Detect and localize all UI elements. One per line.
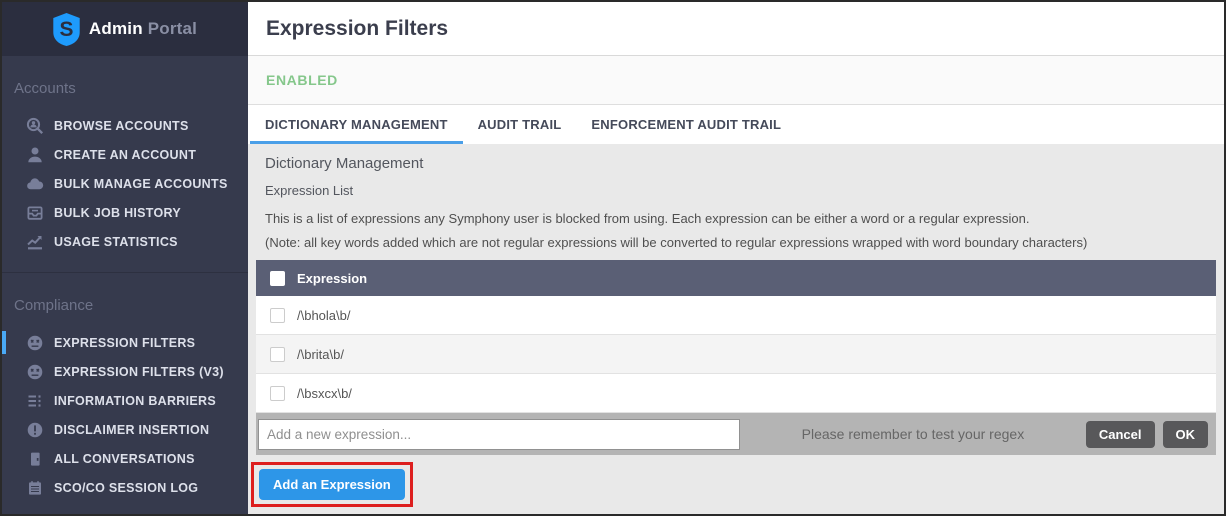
note-text: (Note: all key words added which are not… xyxy=(265,235,1088,250)
table-row[interactable]: /\brita\b/ xyxy=(256,335,1216,374)
disclaimer-icon xyxy=(26,421,44,439)
table-header-label: Expression xyxy=(297,270,368,286)
sidebar-item-all-conversations[interactable]: ALL CONVERSATIONS xyxy=(2,444,248,473)
archive-icon xyxy=(26,204,44,222)
sidebar-item-label: INFORMATION BARRIERS xyxy=(54,393,217,408)
sidebar-item-label: BULK MANAGE ACCOUNTS xyxy=(54,176,228,191)
sidebar-item-label: SCO/CO SESSION LOG xyxy=(54,480,199,495)
row-checkbox[interactable] xyxy=(270,385,285,401)
sidebar-item-browse-accounts[interactable]: BROWSE ACCOUNTS xyxy=(2,111,248,140)
add-an-expression-button[interactable]: Add an Expression xyxy=(259,469,405,500)
sidebar-item-information-barriers[interactable]: INFORMATION BARRIERS xyxy=(2,386,248,415)
active-indicator xyxy=(2,230,6,253)
expression-value: /\bhola\b/ xyxy=(297,307,351,323)
description-text: This is a list of expressions any Sympho… xyxy=(265,211,1030,226)
user-icon xyxy=(26,146,44,164)
sidebar-divider xyxy=(2,272,248,273)
active-indicator xyxy=(2,172,6,195)
section-heading: Dictionary Management xyxy=(265,155,424,172)
row-checkbox[interactable] xyxy=(270,346,285,362)
cloud-icon xyxy=(26,175,44,193)
table-row[interactable]: /\bhola\b/ xyxy=(256,296,1216,335)
muted-face-icon xyxy=(26,363,44,381)
sidebar-item-label: USAGE STATISTICS xyxy=(54,234,178,249)
tab-audit-trail[interactable]: AUDIT TRAIL xyxy=(463,105,577,144)
annotation-highlight-box: Add an Expression xyxy=(251,462,413,507)
sidebar-section-accounts: Accounts BROWSE ACCOUNTS CREATE AN ACCOU… xyxy=(2,70,248,256)
new-expression-input[interactable] xyxy=(258,418,740,450)
table-body: /\bhola\b/ /\brita\b/ /\bsxcx\b/ xyxy=(256,296,1216,413)
sidebar-section-compliance: Compliance EXPRESSION FILTERS EXPRESSION… xyxy=(2,287,248,502)
table-row[interactable]: /\bsxcx\b/ xyxy=(256,374,1216,413)
sidebar-nav: Accounts BROWSE ACCOUNTS CREATE AN ACCOU… xyxy=(2,56,248,502)
sidebar: S Admin Portal Accounts BROWSE ACCOUNTS … xyxy=(2,2,248,514)
chart-icon xyxy=(26,233,44,251)
tab-bar: DICTIONARY MANAGEMENT AUDIT TRAIL ENFORC… xyxy=(248,105,1224,144)
active-indicator xyxy=(2,201,6,224)
expression-value: /\bsxcx\b/ xyxy=(297,385,352,401)
user-search-icon xyxy=(26,117,44,135)
conversation-icon xyxy=(26,450,44,468)
symphony-shield-icon: S xyxy=(53,12,80,46)
active-indicator xyxy=(2,418,6,441)
active-indicator xyxy=(2,447,6,470)
ok-button[interactable]: OK xyxy=(1162,420,1208,448)
sidebar-item-expression-filters-v3[interactable]: EXPRESSION FILTERS (V3) xyxy=(2,357,248,386)
sidebar-item-disclaimer-insertion[interactable]: DISCLAIMER INSERTION xyxy=(2,415,248,444)
expression-table: Expression /\bhola\b/ /\brita\b/ /\bsxcx… xyxy=(256,260,1216,455)
sidebar-item-sco-co-session-log[interactable]: SCO/CO SESSION LOG xyxy=(2,473,248,502)
sidebar-item-bulk-manage-accounts[interactable]: BULK MANAGE ACCOUNTS xyxy=(2,169,248,198)
sidebar-item-label: BULK JOB HISTORY xyxy=(54,205,182,220)
sidebar-item-label: DISCLAIMER INSERTION xyxy=(54,422,210,437)
section-subheading: Expression List xyxy=(265,183,354,198)
sidebar-item-expression-filters[interactable]: EXPRESSION FILTERS xyxy=(2,328,248,357)
sidebar-header: S Admin Portal xyxy=(2,2,248,56)
status-strip: ENABLED xyxy=(248,56,1224,105)
session-log-icon xyxy=(26,479,44,497)
active-indicator xyxy=(2,143,6,166)
sidebar-item-label: EXPRESSION FILTERS xyxy=(54,335,196,350)
barriers-icon xyxy=(26,392,44,410)
sidebar-item-bulk-job-history[interactable]: BULK JOB HISTORY xyxy=(2,198,248,227)
muted-face-icon xyxy=(26,334,44,352)
section-label: Accounts xyxy=(14,80,76,97)
expression-value: /\brita\b/ xyxy=(297,346,344,362)
add-expression-bar: Please remember to test your regex Cance… xyxy=(256,413,1216,455)
sidebar-item-label: BROWSE ACCOUNTS xyxy=(54,118,189,133)
sidebar-item-label: EXPRESSION FILTERS (V3) xyxy=(54,364,224,379)
sidebar-item-create-an-account[interactable]: CREATE AN ACCOUNT xyxy=(2,140,248,169)
active-indicator xyxy=(2,389,6,412)
row-checkbox[interactable] xyxy=(270,307,285,323)
cancel-button[interactable]: Cancel xyxy=(1085,420,1155,448)
content-panel: Dictionary Management Expression List Th… xyxy=(248,144,1224,514)
table-header-row: Expression xyxy=(256,260,1216,296)
page-title: Expression Filters xyxy=(266,16,449,40)
content-text: Dictionary Management Expression List Th… xyxy=(248,144,1224,250)
active-indicator xyxy=(2,476,6,499)
sidebar-item-usage-statistics[interactable]: USAGE STATISTICS xyxy=(2,227,248,256)
tab-enforcement-audit-trail[interactable]: ENFORCEMENT AUDIT TRAIL xyxy=(576,105,796,144)
regex-hint-text: Please remember to test your regex xyxy=(801,426,1025,442)
brand-admin: Admin xyxy=(88,19,143,38)
brand-title: Admin Portal xyxy=(89,19,197,39)
select-all-checkbox[interactable] xyxy=(270,270,285,286)
svg-text:S: S xyxy=(59,18,73,41)
tab-dictionary-management[interactable]: DICTIONARY MANAGEMENT xyxy=(250,105,463,144)
active-indicator xyxy=(2,114,6,137)
admin-portal-window: S Admin Portal Accounts BROWSE ACCOUNTS … xyxy=(0,0,1226,516)
section-label: Compliance xyxy=(14,297,94,314)
main-area: Expression Filters ENABLED DICTIONARY MA… xyxy=(248,2,1224,514)
main-header: Expression Filters xyxy=(248,2,1224,56)
sidebar-item-label: ALL CONVERSATIONS xyxy=(54,451,195,466)
active-indicator xyxy=(2,360,6,383)
active-indicator xyxy=(2,331,6,354)
sidebar-item-label: CREATE AN ACCOUNT xyxy=(54,147,197,162)
brand-portal: Portal xyxy=(147,19,198,38)
status-badge: ENABLED xyxy=(266,72,338,88)
